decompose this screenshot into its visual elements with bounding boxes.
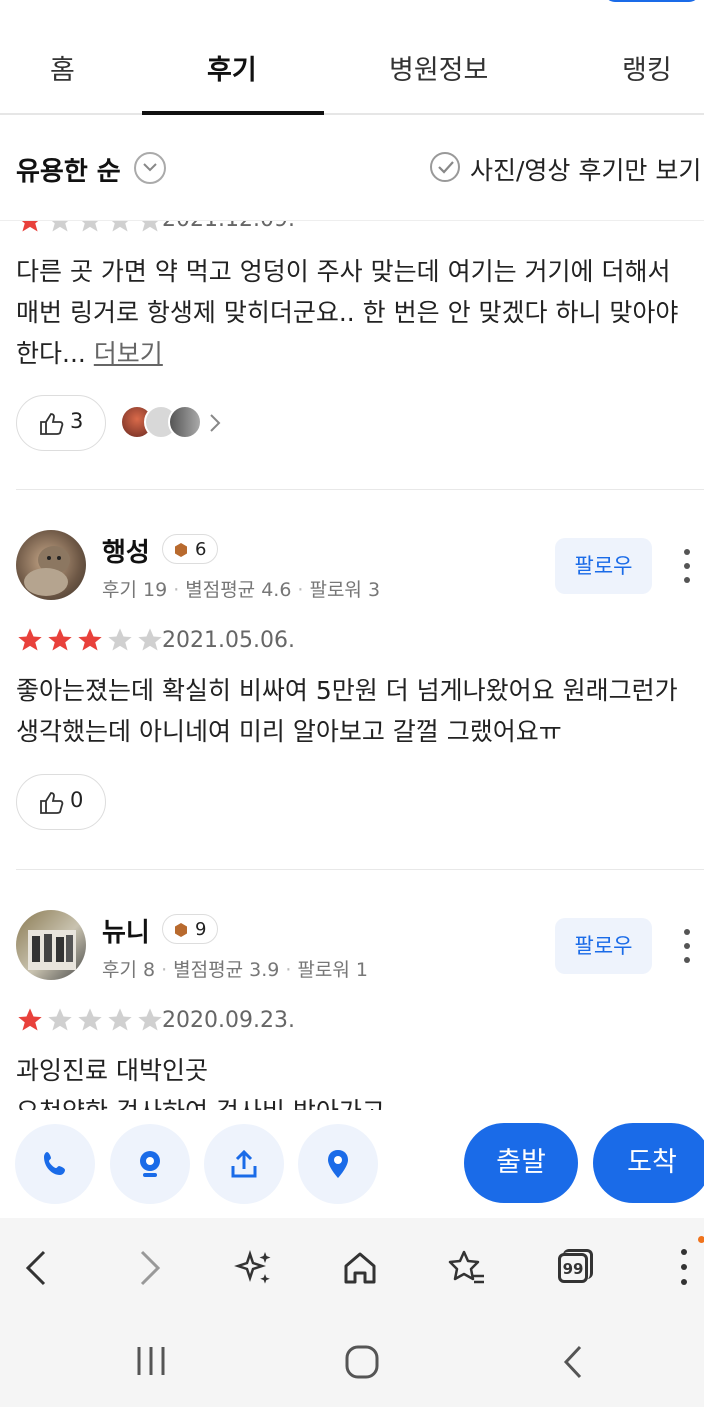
place-action-bar: 출발 도착 [0, 1110, 704, 1218]
review-text-line: 과잉진료 대박인곳 [16, 1056, 208, 1085]
tab-hospital-info[interactable]: 병원정보 [389, 48, 488, 87]
tab-reviews[interactable]: 후기 [207, 48, 257, 87]
review-date: 2020.09.23. [162, 1008, 295, 1033]
review-rating-row-cropped: 2021.12.09. [0, 221, 704, 233]
street-view-icon [140, 1151, 160, 1177]
share-icon [231, 1149, 257, 1178]
review-text: 좋아는졌는데 확실히 비싸여 5만원 더 넘게나왔어요 원래그런가 생각했는데 … [16, 676, 678, 746]
more-link[interactable]: 더보기 [94, 339, 163, 368]
review-count: 후기 19 [102, 579, 168, 601]
review-text-line: 오천양한 검사하여 검사비 받아가고 [16, 1091, 700, 1110]
review-divider [16, 489, 704, 490]
user-avatar[interactable] [16, 910, 86, 980]
review-card: 2021.12.09. 다른 곳 가면 약 먹고 엉덩이 주사 맞는데 여기는 … [0, 221, 704, 491]
level-badge-icon [175, 543, 187, 557]
user-name[interactable]: 행성 [102, 532, 150, 569]
arrive-button[interactable]: 도착 [593, 1123, 704, 1203]
more-options-icon[interactable] [682, 929, 692, 963]
user-level-badge: 6 [162, 534, 218, 564]
user-avatar[interactable] [16, 530, 86, 600]
liker-avatar [168, 405, 202, 439]
thumbs-up-icon [40, 413, 64, 435]
back-icon[interactable] [18, 1248, 58, 1288]
follower-count: 팔로워 3 [309, 579, 381, 601]
review-divider [16, 869, 704, 870]
user-level: 6 [195, 539, 207, 560]
review-text: 다른 곳 가면 약 먹고 엉덩이 주사 맞는데 여기는 거기에 더해서 매번 링… [16, 251, 700, 374]
system-back-icon[interactable] [558, 1344, 588, 1380]
more-options-icon[interactable] [682, 549, 692, 583]
liker-avatars[interactable] [120, 405, 230, 441]
rating-average: 별점평균 4.6 [185, 579, 292, 601]
call-button[interactable] [15, 1124, 95, 1204]
phone-icon [44, 1152, 65, 1175]
star-rating [16, 1006, 164, 1034]
user-name[interactable]: 뉴니 [102, 912, 150, 949]
home-icon[interactable] [340, 1248, 380, 1288]
rating-average: 별점평균 3.9 [173, 959, 280, 981]
star-rating [16, 626, 164, 654]
user-stats: 후기 19 · 별점평균 4.6 · 팔로워 3 [102, 579, 381, 601]
share-button[interactable] [204, 1124, 284, 1204]
system-nav-bar [0, 1318, 704, 1407]
chevron-down-icon[interactable] [134, 152, 166, 184]
home-button-icon[interactable] [344, 1344, 380, 1380]
recent-apps-icon[interactable] [134, 1344, 168, 1378]
user-level-badge: 9 [162, 914, 218, 944]
more-icon[interactable] [678, 1248, 690, 1288]
tab-home[interactable]: 홈 [50, 48, 75, 87]
street-view-button[interactable] [110, 1124, 190, 1204]
review-card: 뉴니 9 후기 8 · 별점평균 3.9 · 팔로워 1 팔로우 2020.09.23.… [0, 871, 704, 1110]
tab-ranking[interactable]: 랭킹 [622, 48, 672, 87]
tab-bar: 홈 후기 병원정보 랭킹 [0, 0, 704, 115]
follow-button[interactable]: 팔로우 [555, 918, 652, 974]
sort-bar: 유용한 순 사진/영상 후기만 보기 [0, 115, 704, 221]
user-stats: 후기 8 · 별점평균 3.9 · 팔로워 1 [102, 959, 368, 981]
location-pin-icon [328, 1150, 348, 1178]
star-rating [16, 221, 164, 233]
review-date: 2021.12.09. [162, 221, 295, 232]
like-button[interactable]: 0 [16, 774, 106, 830]
browser-toolbar: 99 [0, 1218, 704, 1318]
tabs-count: 99 [562, 1260, 584, 1278]
user-level: 9 [195, 919, 207, 940]
thumbs-up-icon [40, 792, 64, 814]
tabs-count-icon[interactable]: 99 [554, 1248, 596, 1288]
follow-button[interactable]: 팔로우 [555, 538, 652, 594]
notification-dot [698, 1236, 704, 1243]
location-button[interactable] [298, 1124, 378, 1204]
chevron-right-icon [210, 414, 221, 432]
review-card: 행성 6 후기 19 · 별점평균 4.6 · 팔로워 3 팔로우 2021.05.06… [0, 491, 704, 871]
depart-button[interactable]: 출발 [464, 1123, 578, 1203]
bookmark-star-icon[interactable] [446, 1248, 486, 1288]
sort-dropdown-label[interactable]: 유용한 순 [16, 151, 121, 188]
follower-count: 팔로워 1 [297, 959, 368, 981]
review-count: 후기 8 [102, 959, 156, 981]
like-count: 3 [70, 409, 84, 433]
review-date: 2021.05.06. [162, 628, 295, 653]
sparkle-icon[interactable] [234, 1248, 274, 1288]
check-circle-icon [430, 152, 460, 182]
photo-filter-label: 사진/영상 후기만 보기 [470, 156, 702, 185]
level-badge-icon [175, 923, 187, 937]
like-button[interactable]: 3 [16, 395, 106, 451]
like-count: 0 [70, 788, 84, 812]
forward-icon[interactable] [128, 1248, 168, 1288]
